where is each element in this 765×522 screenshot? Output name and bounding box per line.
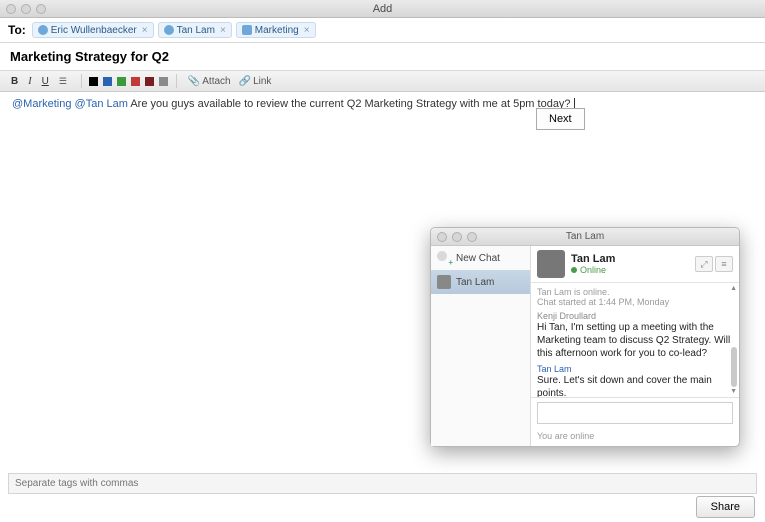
to-label: To: (8, 23, 26, 37)
user-icon (38, 25, 48, 35)
chat-contact-item[interactable]: Tan Lam (431, 270, 530, 294)
new-chat-icon (437, 251, 451, 265)
color-swatch-red[interactable] (131, 77, 140, 86)
mention[interactable]: @Tan Lam (75, 98, 128, 110)
new-chat-label: New Chat (456, 253, 500, 264)
message-sender: Tan Lam (537, 364, 731, 374)
subject-field[interactable]: Marketing Strategy for Q2 (0, 43, 765, 71)
chat-sidebar: New Chat Tan Lam (431, 246, 531, 446)
recipient-pill[interactable]: Tan Lam × (158, 22, 232, 38)
recipient-name: Marketing (255, 25, 299, 36)
chat-header-buttons: ⤢ ≡ (695, 256, 733, 272)
recipient-pill[interactable]: Eric Wullenbaecker × (32, 22, 154, 38)
chat-header: Tan Lam Online ⤢ ≡ (531, 246, 739, 283)
color-swatch-green[interactable] (117, 77, 126, 86)
share-row: Share (696, 496, 755, 518)
avatar (537, 250, 565, 278)
separator (176, 74, 177, 88)
scroll-up-icon[interactable]: ▲ (730, 285, 737, 292)
chat-input[interactable] (537, 402, 733, 424)
tags-input[interactable] (8, 473, 757, 494)
share-button[interactable]: Share (696, 496, 755, 518)
link-icon: 🔗 (239, 76, 251, 87)
list-button[interactable] (56, 75, 74, 88)
chat-status: Online (571, 265, 689, 275)
chat-menu-button[interactable]: ≡ (715, 256, 733, 272)
chat-contact-name: Tan Lam (456, 277, 494, 288)
window-title: Add (0, 3, 765, 15)
next-button[interactable]: Next (536, 108, 585, 130)
attach-label: Attach (202, 76, 230, 87)
chat-header-text: Tan Lam Online (571, 253, 689, 275)
chat-action-button[interactable]: ⤢ (695, 256, 713, 272)
color-swatch-blue[interactable] (103, 77, 112, 86)
message-sender: Kenji Droullard (537, 311, 731, 321)
message-text: Hi Tan, I'm setting up a meeting with th… (537, 321, 731, 360)
underline-button[interactable]: U (39, 75, 52, 88)
color-swatch-gray[interactable] (159, 77, 168, 86)
remove-recipient-icon[interactable]: × (220, 25, 226, 36)
paperclip-icon: 📎 (188, 76, 200, 87)
online-dot-icon (571, 267, 577, 273)
link-button[interactable]: 🔗 Link (239, 76, 272, 87)
color-swatch-darkred[interactable] (145, 77, 154, 86)
chat-window: Tan Lam New Chat Tan Lam Tan Lam Online (430, 227, 740, 447)
avatar-icon (437, 275, 451, 289)
main-titlebar: Add (0, 0, 765, 18)
chat-started-line: Chat started at 1:44 PM, Monday (537, 297, 731, 307)
italic-button[interactable]: I (25, 75, 34, 88)
user-icon (164, 25, 174, 35)
tags-row (8, 473, 757, 494)
chat-contact-name: Tan Lam (571, 253, 689, 265)
recipient-name: Tan Lam (177, 25, 215, 36)
new-chat-button[interactable]: New Chat (431, 246, 530, 270)
chat-window-title: Tan Lam (431, 231, 739, 242)
separator (81, 74, 82, 88)
chat-footer-status: You are online (531, 428, 739, 446)
recipient-name: Eric Wullenbaecker (51, 25, 137, 36)
chat-titlebar: Tan Lam (431, 228, 739, 246)
link-label: Link (253, 76, 271, 87)
chat-log[interactable]: Tan Lam is online. Chat started at 1:44 … (531, 283, 739, 397)
group-icon (242, 25, 252, 35)
scroll-thumb[interactable] (731, 347, 737, 387)
chat-status-line: Tan Lam is online. (537, 287, 731, 297)
message-text: Sure. Let's sit down and cover the main … (537, 374, 731, 397)
chat-input-row (531, 397, 739, 428)
color-swatch-black[interactable] (89, 77, 98, 86)
to-row: To: Eric Wullenbaecker × Tan Lam × Marke… (0, 18, 765, 43)
chat-body: New Chat Tan Lam Tan Lam Online ⤢ (431, 246, 739, 446)
scroll-down-icon[interactable]: ▼ (730, 388, 737, 395)
chat-status-text: Online (580, 265, 606, 275)
chat-main: Tan Lam Online ⤢ ≡ Tan Lam is online. Ch… (531, 246, 739, 446)
recipient-pill[interactable]: Marketing × (236, 22, 316, 38)
attach-button[interactable]: 📎 Attach (188, 76, 231, 87)
remove-recipient-icon[interactable]: × (304, 25, 310, 36)
editor-toolbar: B I U 📎 Attach 🔗 Link (0, 71, 765, 92)
message-text: Are you guys available to review the cur… (128, 98, 571, 110)
list-icon (59, 76, 71, 87)
mention[interactable]: @Marketing (12, 98, 71, 110)
remove-recipient-icon[interactable]: × (142, 25, 148, 36)
bold-button[interactable]: B (8, 75, 21, 88)
scrollbar[interactable]: ▲ ▼ (731, 287, 737, 393)
